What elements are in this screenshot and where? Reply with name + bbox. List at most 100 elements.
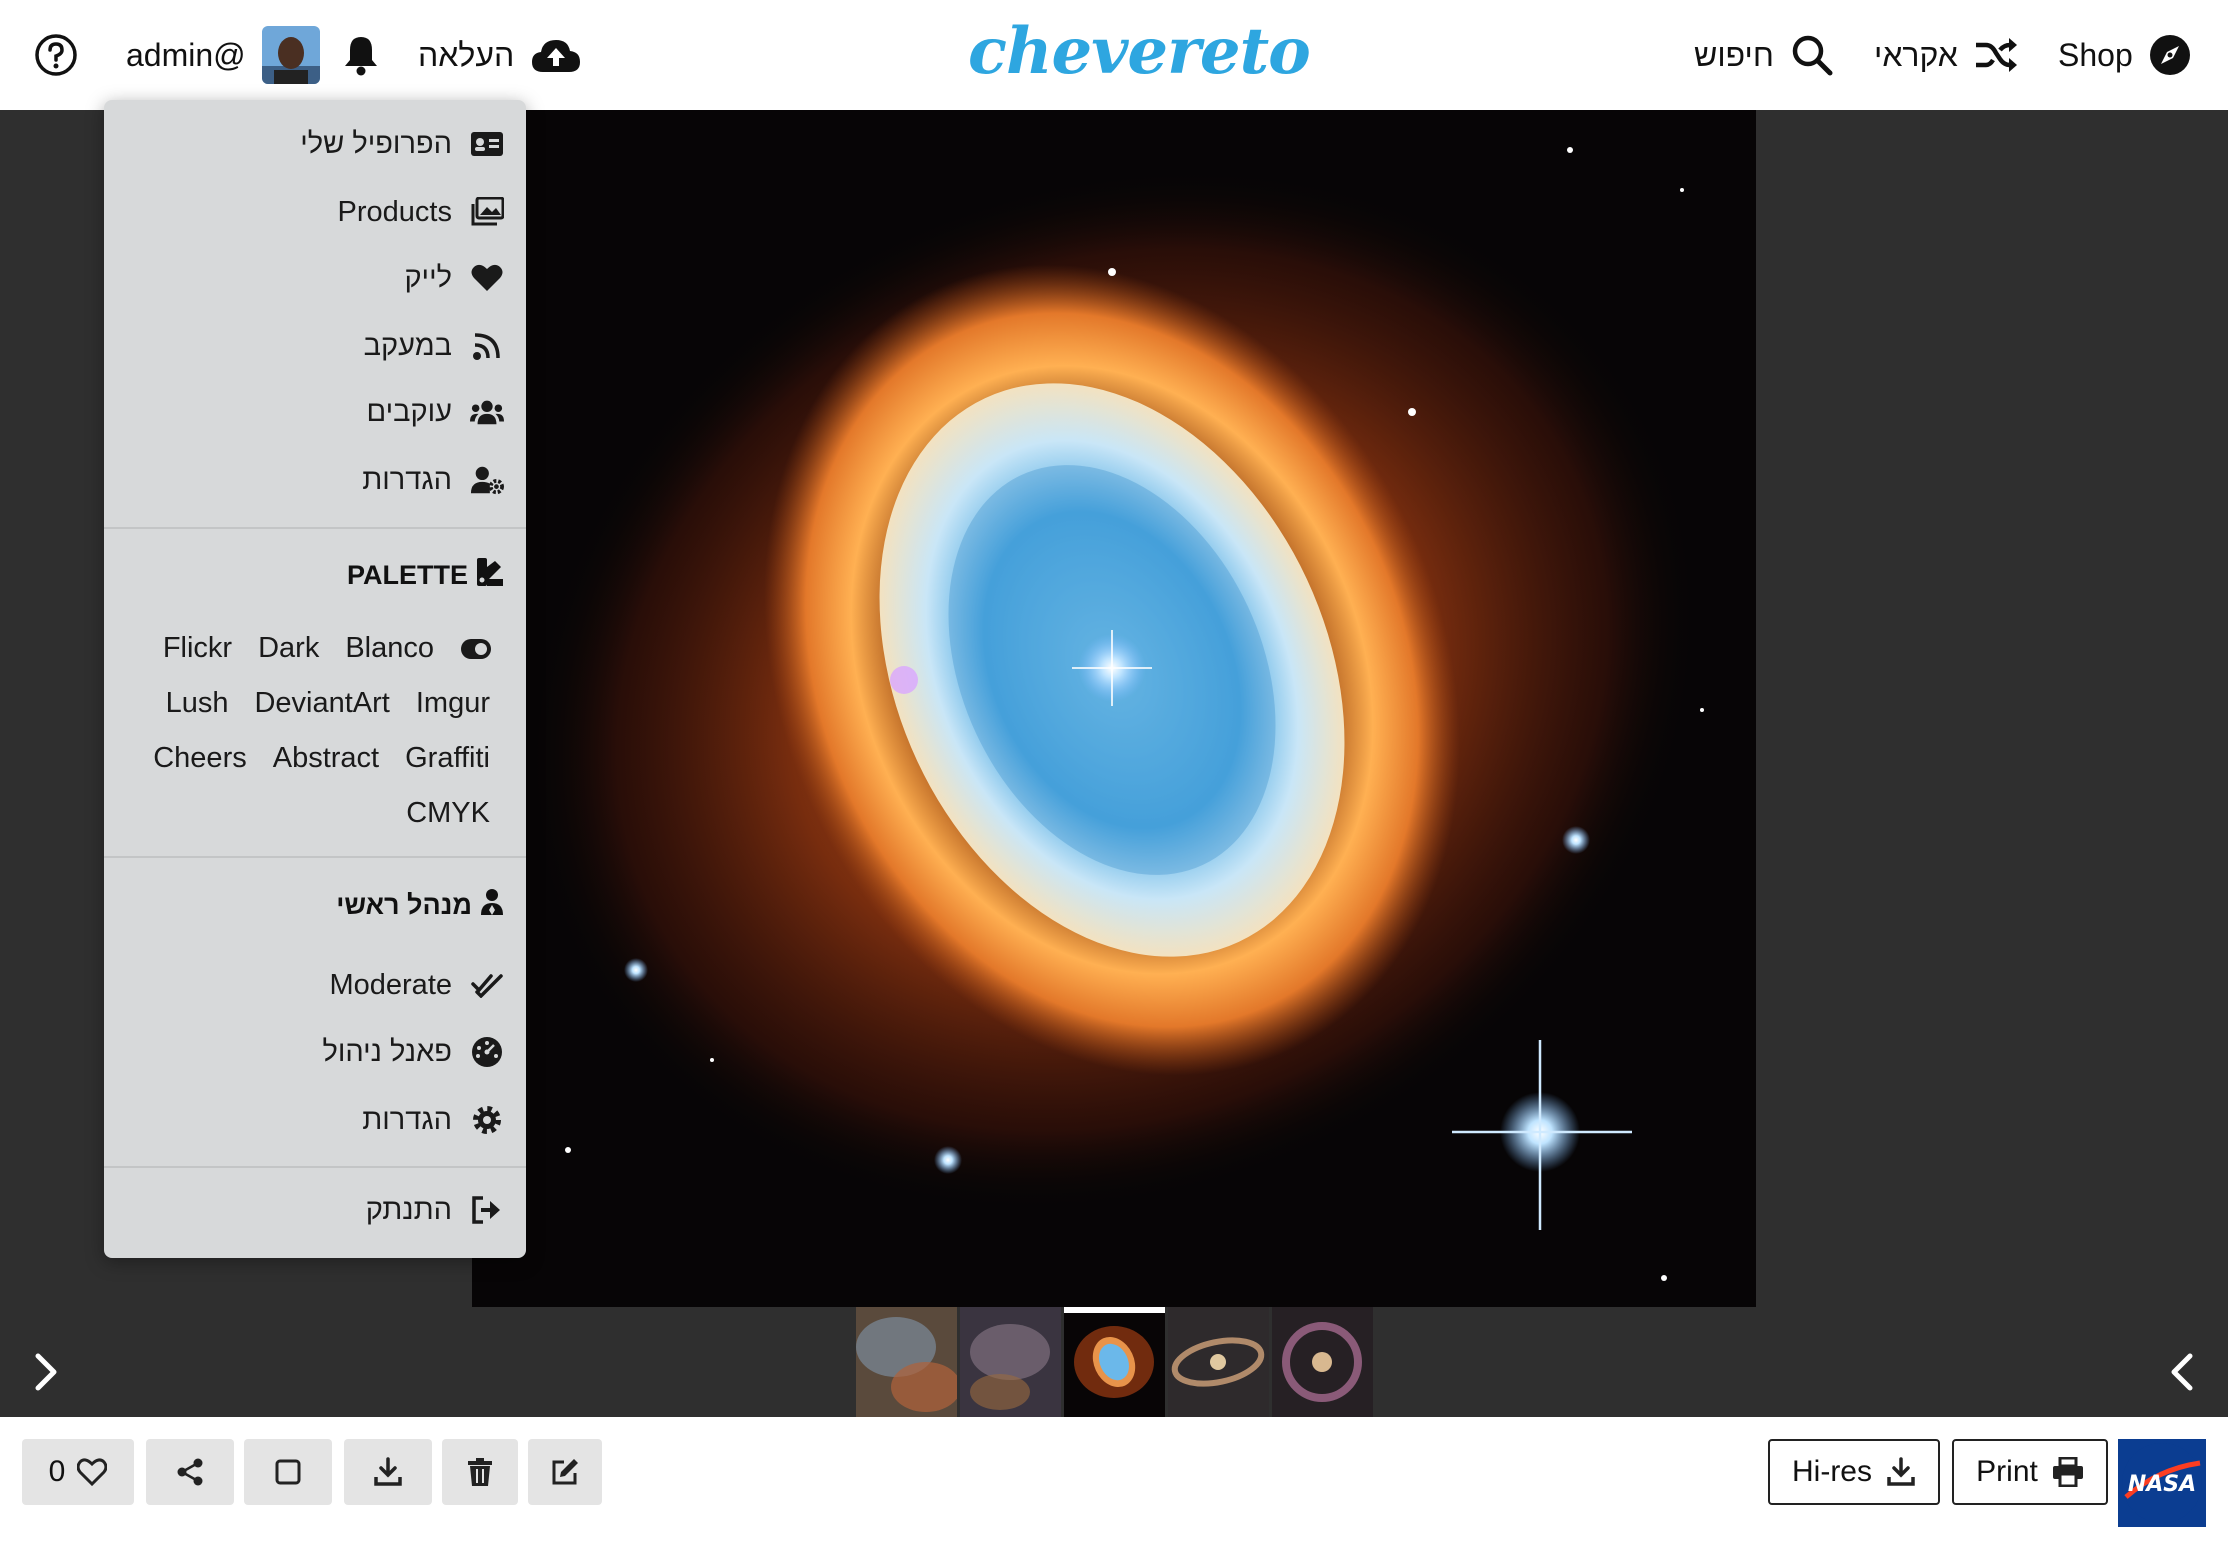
- menu-item-admin-panel[interactable]: פאנל ניהול: [322, 1022, 504, 1082]
- menu-item-likes[interactable]: לייק: [404, 248, 504, 308]
- images-icon: [470, 195, 504, 229]
- menu-divider: [104, 856, 526, 858]
- delete-button[interactable]: [442, 1439, 518, 1505]
- username: admin@: [126, 36, 246, 73]
- id-card-icon: [470, 127, 504, 161]
- menu-item-followers[interactable]: עוקבים: [366, 382, 504, 442]
- svg-text:NASA: NASA: [2128, 1472, 2196, 1497]
- random-button[interactable]: אקראי: [1874, 0, 2018, 110]
- search-button[interactable]: חיפוש: [1694, 0, 1834, 110]
- gauge-icon: [470, 1035, 504, 1069]
- admin-heading-text: מנהל ראשי: [336, 889, 472, 920]
- palette-option[interactable]: Lush: [166, 687, 229, 720]
- menu-item-label: הגדרות: [362, 1103, 452, 1136]
- thumbnail[interactable]: [1168, 1307, 1269, 1417]
- previous-image-arrow[interactable]: [2152, 1342, 2212, 1402]
- download-button[interactable]: [344, 1439, 432, 1505]
- help-button[interactable]: [34, 0, 78, 110]
- search-label: חיפוש: [1694, 36, 1774, 73]
- shop-label: Shop: [2058, 36, 2133, 73]
- notifications-button[interactable]: [342, 0, 380, 110]
- palette-option[interactable]: Graffiti: [405, 742, 490, 775]
- menu-item-following[interactable]: במעקב: [364, 316, 504, 376]
- nasa-logo[interactable]: NASA: [2118, 1439, 2206, 1527]
- share-button[interactable]: [146, 1439, 234, 1505]
- menu-item-products[interactable]: Products: [338, 182, 504, 242]
- heart-icon: [470, 261, 504, 295]
- download-icon: [374, 1457, 402, 1486]
- menu-item-moderate[interactable]: Moderate: [329, 955, 504, 1015]
- edit-icon: [552, 1459, 578, 1485]
- main-image[interactable]: [472, 110, 1756, 1307]
- menu-item-label: פאנל ניהול: [322, 1035, 452, 1068]
- users-icon: [470, 395, 504, 429]
- upload-button[interactable]: העלאה: [418, 0, 582, 110]
- bottom-toolbar: 0 Hi-res Print NASA: [0, 1417, 2228, 1550]
- share-icon: [177, 1458, 203, 1486]
- heart-icon: [77, 1458, 108, 1486]
- shop-button[interactable]: Shop: [2058, 0, 2191, 110]
- menu-item-label: עוקבים: [366, 395, 453, 428]
- palette-heading: PALETTE: [347, 552, 504, 598]
- menu-item-site-settings[interactable]: הגדרות: [362, 1090, 504, 1150]
- palette-option[interactable]: DeviantArt: [254, 687, 389, 720]
- select-button[interactable]: [244, 1439, 332, 1505]
- download-icon: [1887, 1457, 1915, 1486]
- toggle-icon: [460, 632, 492, 665]
- next-image-arrow[interactable]: [16, 1342, 76, 1402]
- menu-item-account-settings[interactable]: הגדרות: [362, 450, 504, 510]
- chevron-right-icon: [35, 1353, 57, 1391]
- upload-label: העלאה: [418, 36, 515, 73]
- search-icon: [1792, 35, 1833, 76]
- like-button[interactable]: 0: [22, 1439, 134, 1505]
- user-gear-icon: [470, 463, 504, 497]
- palette-row: CMYK: [406, 797, 490, 830]
- palette-option[interactable]: Flickr: [163, 632, 232, 665]
- swatchbook-icon: [476, 557, 504, 594]
- menu-item-label: הגדרות: [362, 463, 452, 496]
- palette-option[interactable]: Abstract: [273, 742, 379, 775]
- palette-option[interactable]: Imgur: [416, 687, 490, 720]
- thumbnail-active[interactable]: [1064, 1307, 1165, 1417]
- check-double-icon: [470, 968, 504, 1002]
- admin-heading: מנהל ראשי: [336, 882, 504, 928]
- random-label: אקראי: [1874, 36, 1958, 73]
- print-label: Print: [1976, 1455, 2038, 1488]
- menu-divider: [104, 527, 526, 529]
- thumbnail[interactable]: [856, 1307, 957, 1417]
- cloud-upload-icon: [532, 40, 581, 72]
- edit-button[interactable]: [528, 1439, 602, 1505]
- thumbnail[interactable]: [1272, 1307, 1373, 1417]
- palette-row: Blanco Dark Flickr: [163, 632, 492, 665]
- square-icon: [275, 1459, 301, 1485]
- menu-item-label: Moderate: [329, 968, 452, 1001]
- site-logo[interactable]: chevereto: [968, 14, 1311, 89]
- print-button[interactable]: Print: [1952, 1439, 2108, 1505]
- palette-option[interactable]: Blanco: [345, 632, 434, 665]
- hires-label: Hi-res: [1792, 1455, 1872, 1488]
- menu-item-profile[interactable]: הפרופיל שלי: [300, 114, 504, 174]
- user-dropdown-menu: הפרופיל שלי Products לייק במעקב עוקבים ה…: [104, 100, 526, 1258]
- thumbnail-strip: [856, 1307, 1373, 1417]
- menu-item-label: התנתק: [365, 1193, 452, 1226]
- bell-icon: [345, 37, 377, 76]
- palette-row: Imgur DeviantArt Lush: [166, 687, 490, 720]
- trash-icon: [468, 1458, 492, 1486]
- top-bar: admin@ העלאה chevereto חיפוש אקראי Shop: [0, 0, 2228, 110]
- question-circle-icon: [35, 34, 77, 76]
- shuffle-icon: [1975, 38, 2017, 72]
- menu-item-label: הפרופיל שלי: [300, 127, 452, 160]
- palette-option[interactable]: CMYK: [406, 797, 490, 830]
- logout-icon: [470, 1193, 504, 1227]
- user-shield-icon: [480, 888, 504, 923]
- menu-item-label: Products: [337, 195, 452, 228]
- user-menu-toggle[interactable]: admin@: [126, 0, 320, 110]
- palette-option[interactable]: Cheers: [153, 742, 247, 775]
- menu-item-logout[interactable]: התנתק: [366, 1180, 504, 1240]
- palette-option[interactable]: Dark: [258, 632, 319, 665]
- palette-row: Graffiti Abstract Cheers: [153, 742, 490, 775]
- menu-item-label: במעקב: [363, 329, 452, 362]
- avatar: [261, 26, 320, 84]
- hires-download-button[interactable]: Hi-res: [1768, 1439, 1940, 1505]
- thumbnail[interactable]: [960, 1307, 1061, 1417]
